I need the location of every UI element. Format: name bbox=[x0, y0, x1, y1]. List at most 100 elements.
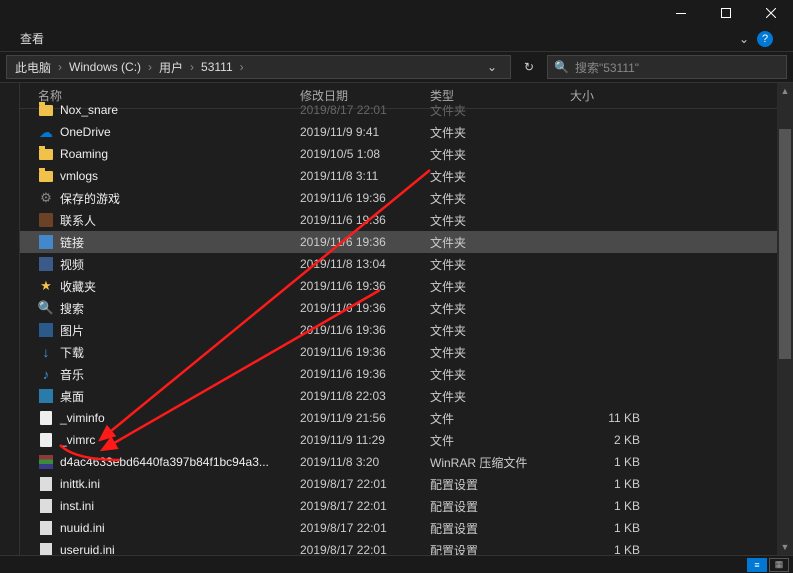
file-list: Nox_snare2019/8/17 22:01文件夹☁OneDrive2019… bbox=[20, 99, 777, 555]
file-name: 保存的游戏 bbox=[60, 190, 120, 207]
file-name: inittk.ini bbox=[60, 477, 100, 491]
file-date: 2019/11/8 22:03 bbox=[300, 389, 430, 403]
file-date: 2019/8/17 22:01 bbox=[300, 499, 430, 513]
ini-icon bbox=[38, 498, 54, 514]
file-date: 2019/8/17 22:01 bbox=[300, 103, 430, 117]
table-row[interactable]: nuuid.ini2019/8/17 22:01配置设置1 KB bbox=[20, 517, 777, 539]
cloud-icon: ☁ bbox=[38, 124, 54, 140]
breadcrumb-item[interactable]: Windows (C:) bbox=[67, 60, 143, 74]
file-size: 1 KB bbox=[570, 477, 650, 491]
file-name: 视频 bbox=[60, 256, 84, 273]
titlebar bbox=[0, 0, 793, 26]
chevron-down-icon[interactable]: ⌄ bbox=[739, 32, 749, 46]
file-date: 2019/8/17 22:01 bbox=[300, 521, 430, 535]
refresh-button[interactable]: ↻ bbox=[517, 55, 541, 79]
table-row[interactable]: _viminfo2019/11/9 21:56文件11 KB bbox=[20, 407, 777, 429]
table-row[interactable]: ♪音乐2019/11/6 19:36文件夹 bbox=[20, 363, 777, 385]
vertical-scrollbar[interactable]: ▲ ▼ bbox=[777, 83, 793, 555]
scroll-up-icon[interactable]: ▲ bbox=[777, 83, 793, 99]
file-type: WinRAR 压缩文件 bbox=[430, 454, 570, 471]
file-type: 文件夹 bbox=[430, 124, 570, 141]
chevron-right-icon: › bbox=[187, 60, 197, 74]
chevron-right-icon: › bbox=[55, 60, 65, 74]
file-date: 2019/11/8 3:20 bbox=[300, 455, 430, 469]
file-date: 2019/10/5 1:08 bbox=[300, 147, 430, 161]
file-type: 文件 bbox=[430, 432, 570, 449]
file-date: 2019/11/6 19:36 bbox=[300, 279, 430, 293]
file-size: 2 KB bbox=[570, 433, 650, 447]
table-row[interactable]: d4ac4633ebd6440fa397b84f1bc94a3... 2019/1… bbox=[20, 451, 777, 473]
file-type: 文件夹 bbox=[430, 102, 570, 119]
file-date: 2019/11/9 21:56 bbox=[300, 411, 430, 425]
folder-icon bbox=[38, 102, 54, 118]
file-type: 文件夹 bbox=[430, 278, 570, 295]
file-size: 1 KB bbox=[570, 499, 650, 513]
table-row[interactable]: _vimrc 2019/11/9 11:29文件2 KB bbox=[20, 429, 777, 451]
breadcrumb-item[interactable]: 此电脑 bbox=[13, 59, 53, 76]
file-type: 文件夹 bbox=[430, 300, 570, 317]
file-name: 搜索 bbox=[60, 300, 84, 317]
table-row[interactable]: ⚙保存的游戏2019/11/6 19:36文件夹 bbox=[20, 187, 777, 209]
breadcrumb[interactable]: 此电脑› Windows (C:)› 用户› 53111› ⌄ bbox=[6, 55, 511, 79]
file-type: 文件夹 bbox=[430, 388, 570, 405]
file-date: 2019/11/6 19:36 bbox=[300, 345, 430, 359]
table-row[interactable]: ↓下载2019/11/6 19:36文件夹 bbox=[20, 341, 777, 363]
table-row[interactable]: 链接 2019/11/6 19:36文件夹 bbox=[20, 231, 777, 253]
table-row[interactable]: inst.ini2019/8/17 22:01配置设置1 KB bbox=[20, 495, 777, 517]
search-input[interactable]: 🔍 搜索"53111" bbox=[547, 55, 787, 79]
file-type: 文件夹 bbox=[430, 256, 570, 273]
file-date: 2019/11/9 11:29 bbox=[300, 433, 430, 447]
scroll-down-icon[interactable]: ▼ bbox=[777, 539, 793, 555]
table-row[interactable]: useruid.ini2019/8/17 22:01配置设置1 KB bbox=[20, 539, 777, 555]
dropdown-icon[interactable]: ⌄ bbox=[480, 55, 504, 79]
file-type: 配置设置 bbox=[430, 520, 570, 537]
minimize-button[interactable] bbox=[658, 0, 703, 26]
file-name: 链接 bbox=[60, 234, 84, 251]
contact-icon bbox=[38, 212, 54, 228]
view-details-button[interactable]: ≡ bbox=[747, 558, 767, 572]
close-button[interactable] bbox=[748, 0, 793, 26]
dl-icon: ↓ bbox=[38, 344, 54, 360]
music-icon: ♪ bbox=[38, 366, 54, 382]
table-row[interactable]: ★收藏夹2019/11/6 19:36文件夹 bbox=[20, 275, 777, 297]
table-row[interactable]: inittk.ini2019/8/17 22:01配置设置1 KB bbox=[20, 473, 777, 495]
file-name: 联系人 bbox=[60, 212, 96, 229]
folder-icon bbox=[38, 146, 54, 162]
desk-icon bbox=[38, 388, 54, 404]
file-date: 2019/11/9 9:41 bbox=[300, 125, 430, 139]
file-type: 文件夹 bbox=[430, 344, 570, 361]
menu-view[interactable]: 查看 bbox=[20, 30, 44, 47]
view-icons-button[interactable]: ▦ bbox=[769, 558, 789, 572]
file-name: OneDrive bbox=[60, 125, 111, 139]
maximize-button[interactable] bbox=[703, 0, 748, 26]
table-row[interactable]: Nox_snare 2019/8/17 22:01文件夹 bbox=[20, 99, 777, 121]
help-icon[interactable]: ? bbox=[757, 31, 773, 47]
table-row[interactable]: vmlogs2019/11/8 3:11文件夹 bbox=[20, 165, 777, 187]
table-row[interactable]: ☁ OneDrive 2019/11/9 9:41文件夹 bbox=[20, 121, 777, 143]
file-name: vmlogs bbox=[60, 169, 98, 183]
table-row[interactable]: 🔍搜索2019/11/6 19:36文件夹 bbox=[20, 297, 777, 319]
star-icon: ★ bbox=[38, 278, 54, 294]
table-row[interactable]: 桌面2019/11/8 22:03文件夹 bbox=[20, 385, 777, 407]
scrollbar-thumb[interactable] bbox=[779, 129, 791, 359]
file-type: 文件夹 bbox=[430, 366, 570, 383]
ini-icon bbox=[38, 542, 54, 555]
breadcrumb-item[interactable]: 53111 bbox=[199, 60, 235, 74]
table-row[interactable]: 视频2019/11/8 13:04文件夹 bbox=[20, 253, 777, 275]
breadcrumb-item[interactable]: 用户 bbox=[157, 59, 185, 76]
file-size: 11 KB bbox=[570, 411, 650, 425]
link-icon bbox=[38, 234, 54, 250]
mag-icon: 🔍 bbox=[38, 300, 54, 316]
file-name: Nox_snare bbox=[60, 103, 118, 117]
video-icon bbox=[38, 256, 54, 272]
file-date: 2019/11/6 19:36 bbox=[300, 323, 430, 337]
file-name: _vimrc bbox=[60, 433, 95, 447]
file-type: 文件夹 bbox=[430, 234, 570, 251]
table-row[interactable]: 联系人2019/11/6 19:36文件夹 bbox=[20, 209, 777, 231]
table-row[interactable]: 图片2019/11/6 19:36文件夹 bbox=[20, 319, 777, 341]
file-type: 文件夹 bbox=[430, 212, 570, 229]
file-date: 2019/11/6 19:36 bbox=[300, 235, 430, 249]
file-name: inst.ini bbox=[60, 499, 94, 513]
file-name: d4ac4633ebd6440fa397b84f1bc94a3... bbox=[60, 455, 269, 469]
table-row[interactable]: Roaming2019/10/5 1:08文件夹 bbox=[20, 143, 777, 165]
